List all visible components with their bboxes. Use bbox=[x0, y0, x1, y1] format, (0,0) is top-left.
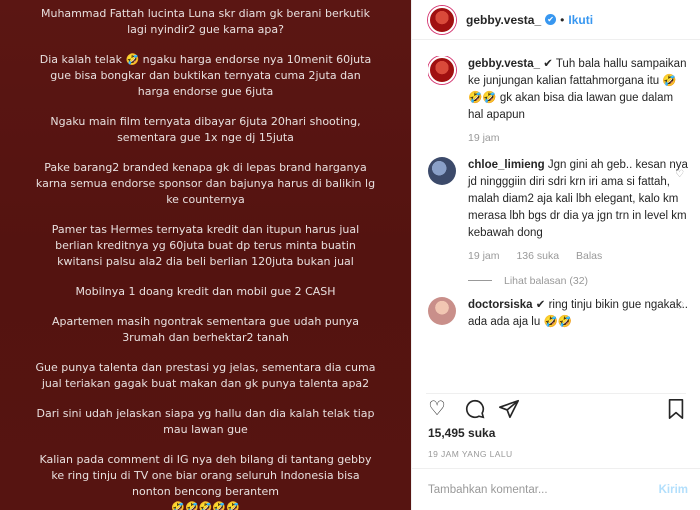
post-button[interactable]: Kirim bbox=[659, 484, 688, 496]
image-paragraph: Dia kalah telak 🤣 ngaku harga endorse ny… bbox=[39, 53, 372, 98]
comment-item: doctorsiska ✔ ring tinju bikin gue ngaka… bbox=[428, 297, 690, 331]
comment-time[interactable]: 19 jam bbox=[468, 132, 500, 144]
share-icon[interactable] bbox=[498, 398, 520, 425]
replies-divider bbox=[468, 280, 492, 281]
likes-count[interactable]: 15,495 suka bbox=[428, 426, 495, 440]
comments-list: gebby.vesta_ ✔ Tuh bala hallu sampaikan … bbox=[428, 56, 690, 386]
image-paragraph: Kalian pada comment di IG nya deh bilang… bbox=[39, 453, 372, 510]
header-username[interactable]: gebby.vesta_ bbox=[466, 13, 541, 27]
avatar[interactable] bbox=[428, 297, 456, 325]
image-paragraph: Apartemen masih ngontrak sementara gue u… bbox=[52, 315, 359, 344]
comment-body: gebby.vesta_ ✔ Tuh bala hallu sampaikan … bbox=[468, 56, 690, 147]
avatar[interactable] bbox=[428, 5, 456, 34]
avatar[interactable] bbox=[428, 56, 456, 84]
follow-button[interactable]: Ikuti bbox=[568, 13, 593, 27]
post-side-panel: gebby.vesta_ ✔ • Ikuti gebby.vesta_ ✔ Tu… bbox=[411, 0, 700, 510]
avatar[interactable] bbox=[428, 157, 456, 185]
comment-icon[interactable] bbox=[464, 398, 486, 425]
comment-username[interactable]: doctorsiska bbox=[468, 299, 533, 311]
comment-item: chloe_limieng Jgn gini ah geb.. kesan ny… bbox=[428, 157, 690, 265]
verified-icon: ✔ bbox=[545, 14, 557, 25]
comment-like-heart-icon[interactable]: ♡ bbox=[675, 169, 684, 180]
image-paragraph: Pake barang2 branded kenapa gk di lepas … bbox=[35, 161, 376, 206]
action-bar: ♡ bbox=[426, 393, 686, 423]
image-paragraph: Muhammad Fattah lucinta Luna skr diam gk… bbox=[40, 7, 370, 36]
image-paragraph: Pamer tas Hermes ternyata kredit dan itu… bbox=[51, 223, 360, 268]
post-timestamp[interactable]: 19 JAM YANG LALU bbox=[428, 449, 513, 459]
image-paragraph: Gue punya talenta dan prestasi yg jelas,… bbox=[35, 361, 376, 390]
heart-icon[interactable]: ♡ bbox=[428, 398, 446, 420]
comment-input[interactable] bbox=[428, 483, 659, 496]
image-paragraph: Mobilnya 1 doang kredit dan mobil gue 2 … bbox=[75, 285, 336, 298]
comment-body: chloe_limieng Jgn gini ah geb.. kesan ny… bbox=[468, 157, 690, 265]
image-paragraph: Ngaku main film ternyata dibayar 6juta 2… bbox=[50, 115, 361, 144]
image-paragraph: Dari sini udah jelaskan siapa yg hallu d… bbox=[36, 407, 375, 436]
comment-likes[interactable]: 136 suka bbox=[516, 250, 559, 262]
separator: • bbox=[560, 12, 565, 27]
post-image: Muhammad Fattah lucinta Luna skr diam gk… bbox=[0, 0, 411, 510]
reply-button[interactable]: Balas bbox=[576, 250, 602, 262]
comment-box: Kirim bbox=[412, 468, 700, 510]
comment-text: Jgn gini ah geb.. kesan nya jd ningggiin… bbox=[468, 159, 688, 239]
caption-comment: gebby.vesta_ ✔ Tuh bala hallu sampaikan … bbox=[428, 56, 690, 147]
bookmark-icon[interactable] bbox=[666, 398, 686, 425]
view-replies-link[interactable]: Lihat balasan (32) bbox=[468, 275, 690, 287]
comment-like-heart-icon[interactable]: ♡ bbox=[675, 301, 684, 312]
comment-username[interactable]: gebby.vesta_ bbox=[468, 58, 540, 70]
comment-body: doctorsiska ✔ ring tinju bikin gue ngaka… bbox=[468, 297, 690, 331]
post-header: gebby.vesta_ ✔ • Ikuti bbox=[412, 0, 700, 40]
comment-time[interactable]: 19 jam bbox=[468, 250, 500, 262]
comment-username[interactable]: chloe_limieng bbox=[468, 159, 545, 171]
view-replies-label[interactable]: Lihat balasan (32) bbox=[504, 275, 588, 287]
comment-meta: 19 jam 136 suka Balas bbox=[468, 248, 690, 265]
comment-meta: 19 jam bbox=[468, 130, 690, 147]
